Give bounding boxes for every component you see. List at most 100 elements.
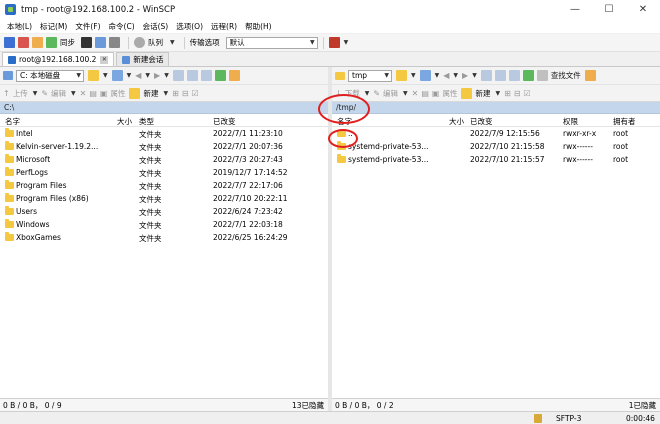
menu-options[interactable]: 选项(O) — [172, 21, 207, 32]
menu-files[interactable]: 文件(F) — [71, 21, 104, 32]
list-item[interactable]: Users 文件夹 2022/6/24 7:23:42 — [0, 205, 328, 218]
find-icon[interactable] — [228, 70, 240, 81]
putty-icon[interactable] — [95, 37, 106, 48]
chevron-down-icon[interactable]: ▼ — [127, 72, 132, 79]
edit-button[interactable]: 编辑 — [51, 88, 66, 99]
menu-session[interactable]: 会话(S) — [139, 21, 173, 32]
list-item[interactable]: Windows 文件夹 2022/7/1 22:03:18 — [0, 218, 328, 231]
back-icon[interactable]: ◀ — [443, 71, 449, 80]
menu-mark[interactable]: 标记(M) — [36, 21, 71, 32]
col-size[interactable]: 大小 — [449, 116, 464, 127]
chevron-down-icon[interactable]: ▼ — [403, 90, 408, 97]
root-dir-icon[interactable] — [494, 70, 506, 81]
upload-icon[interactable]: ↑ — [3, 89, 10, 98]
new-button[interactable]: 新建 — [475, 88, 490, 99]
new-window-icon[interactable] — [4, 37, 15, 48]
transfer-settings-icon[interactable] — [328, 37, 340, 48]
home-icon[interactable] — [508, 70, 520, 81]
local-drive-select[interactable]: C: 本地磁盘 ▼ — [16, 69, 84, 82]
new-icon[interactable] — [129, 87, 141, 99]
home-icon[interactable] — [200, 70, 212, 81]
select-all-icon[interactable]: ⊞ — [504, 89, 511, 98]
menu-help[interactable]: 帮助(H) — [241, 21, 276, 32]
new-icon[interactable] — [461, 87, 473, 99]
find-files-button[interactable]: 查找文件 — [551, 70, 581, 81]
find-files-icon[interactable] — [536, 70, 548, 81]
list-item[interactable]: Intel 文件夹 2022/7/1 11:23:10 — [0, 127, 328, 140]
properties-icon[interactable]: ▣ — [432, 89, 440, 98]
queue-button[interactable]: 队列 — [148, 37, 163, 48]
new-button[interactable]: 新建 — [143, 88, 158, 99]
chevron-down-icon[interactable]: ▼ — [33, 90, 38, 97]
tab-new-session[interactable]: 新建会话 — [116, 52, 170, 66]
remote-hidden-count[interactable]: 1已隐藏 — [629, 400, 656, 411]
rename-icon[interactable]: ▤ — [421, 89, 429, 98]
list-item[interactable]: systemd-private-53... 2022/7/10 21:15:57 r… — [332, 153, 660, 166]
col-changed[interactable]: 已改变 — [470, 116, 493, 127]
col-name[interactable]: 名字 — [5, 116, 20, 127]
col-rights[interactable]: 权限 — [563, 116, 578, 127]
filter-icon[interactable] — [111, 70, 123, 81]
chevron-down-icon[interactable]: ▼ — [103, 72, 108, 79]
list-item[interactable]: Program Files 文件夹 2022/7/7 22:17:06 — [0, 179, 328, 192]
select-all-icon[interactable]: ⊞ — [172, 89, 179, 98]
forward-icon[interactable]: ▶ — [462, 71, 468, 80]
chevron-down-icon[interactable]: ▼ — [163, 90, 168, 97]
list-item[interactable]: XboxGames 文件夹 2022/6/25 16:24:29 — [0, 231, 328, 244]
chevron-down-icon[interactable]: ▼ — [411, 72, 416, 79]
col-size[interactable]: 大小 — [117, 116, 132, 127]
chevron-down-icon[interactable]: ▼ — [472, 72, 477, 79]
chevron-down-icon[interactable]: ▼ — [145, 72, 150, 79]
chevron-down-icon[interactable]: ▼ — [164, 72, 169, 79]
filter-icon[interactable] — [419, 70, 431, 81]
upload-button[interactable]: 上传 — [13, 88, 28, 99]
root-dir-icon[interactable] — [186, 70, 198, 81]
delete-icon[interactable]: ✕ — [80, 89, 87, 98]
refresh-icon[interactable] — [522, 70, 534, 81]
tree-icon[interactable] — [584, 70, 596, 81]
list-item[interactable]: Kelvin-server-1.19.2... 文件夹 2022/7/1 20:07… — [0, 140, 328, 153]
chevron-down-icon[interactable]: ▼ — [435, 72, 440, 79]
col-type[interactable]: 类型 — [139, 116, 154, 127]
back-icon[interactable]: ◀ — [135, 71, 141, 80]
col-owner[interactable]: 拥有者 — [613, 116, 636, 127]
chevron-down-icon[interactable]: ▼ — [365, 90, 370, 97]
deselect-icon[interactable]: ⊟ — [182, 89, 189, 98]
menu-local[interactable]: 本地(L) — [3, 21, 36, 32]
console-icon[interactable] — [81, 37, 92, 48]
properties-button[interactable]: 属性 — [110, 88, 125, 99]
refresh-icon[interactable] — [214, 70, 226, 81]
list-item[interactable]: Program Files (x86) 文件夹 2022/7/10 20:22:11 — [0, 192, 328, 205]
queue-chevron-down-icon[interactable]: ▼ — [170, 39, 175, 46]
chevron-down-icon[interactable]: ▼ — [71, 90, 76, 97]
deselect-icon[interactable]: ⊟ — [514, 89, 521, 98]
parent-dir-icon[interactable] — [172, 70, 184, 81]
sync-button[interactable]: 同步 — [60, 37, 75, 48]
delete-icon[interactable]: ✕ — [412, 89, 419, 98]
rename-icon[interactable]: ▤ — [89, 89, 97, 98]
chevron-down-icon[interactable]: ▼ — [344, 39, 349, 46]
close-button[interactable]: ✕ — [626, 0, 660, 19]
sync-browse-icon[interactable] — [32, 37, 43, 48]
chevron-down-icon[interactable]: ▼ — [453, 72, 458, 79]
sync-icon[interactable] — [46, 37, 57, 48]
properties-button[interactable]: 属性 — [442, 88, 457, 99]
menu-remote[interactable]: 远程(R) — [207, 21, 241, 32]
list-item-parent[interactable]: .. 2022/7/9 12:15:56 rwxr-xr-x root — [332, 127, 660, 140]
close-tab-icon[interactable]: ✕ — [100, 55, 109, 64]
open-folder-icon[interactable] — [88, 70, 99, 81]
edit-icon[interactable]: ✎ — [41, 89, 48, 98]
invert-selection-icon[interactable]: ☑ — [524, 89, 531, 98]
queue-gear-icon[interactable] — [134, 37, 145, 48]
remote-folder-select[interactable]: tmp ▼ — [348, 69, 392, 82]
preferences-icon[interactable] — [109, 37, 120, 48]
open-folder-icon[interactable] — [396, 70, 407, 81]
col-changed[interactable]: 已改变 — [213, 116, 236, 127]
list-item[interactable]: PerfLogs 文件夹 2019/12/7 17:14:52 — [0, 166, 328, 179]
local-hidden-count[interactable]: 13已隐藏 — [292, 400, 324, 411]
list-item[interactable]: systemd-private-53... 2022/7/10 21:15:58 r… — [332, 140, 660, 153]
parent-dir-icon[interactable] — [480, 70, 492, 81]
minimize-button[interactable]: — — [558, 0, 592, 19]
maximize-button[interactable]: ☐ — [592, 0, 626, 19]
invert-selection-icon[interactable]: ☑ — [192, 89, 199, 98]
